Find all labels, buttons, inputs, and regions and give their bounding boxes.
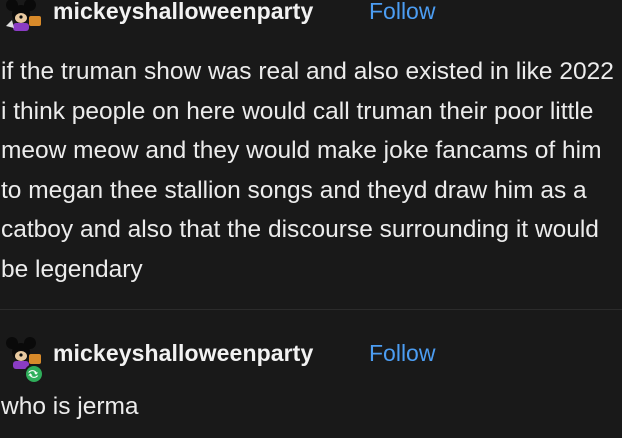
post-header: mickeyshalloweenparty Follow [0, 330, 622, 384]
username-link[interactable]: mickeyshalloweenparty [53, 0, 313, 25]
follow-button[interactable]: Follow [369, 340, 435, 367]
reblog-icon [24, 364, 44, 384]
post-body: if the truman show was real and also exi… [1, 58, 614, 283]
follow-button[interactable]: Follow [369, 0, 435, 25]
username-link[interactable]: mickeyshalloweenparty [53, 340, 313, 367]
reply-post: mickeyshalloweenparty Follow [0, 330, 622, 384]
post-divider [0, 309, 622, 310]
post-header: mickeyshalloweenparty Follow [0, 0, 622, 36]
reply-body: who is jerma [1, 393, 139, 420]
post: mickeyshalloweenparty Follow if the trum… [0, 0, 622, 283]
mickey-avatar-icon[interactable] [0, 0, 44, 32]
